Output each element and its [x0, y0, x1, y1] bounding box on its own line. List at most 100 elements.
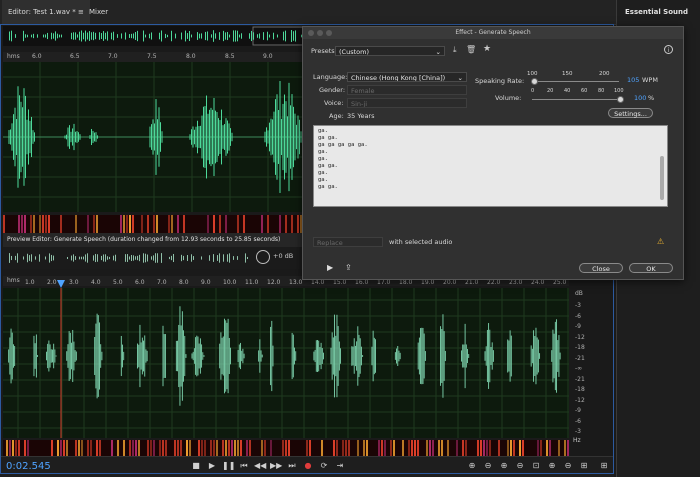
skip-selection-icon[interactable]: ⇥: [334, 460, 346, 472]
speaking-rate-slider[interactable]: [531, 78, 538, 85]
zoom-out-amplitude-icon[interactable]: ⊖: [482, 460, 494, 472]
language-value: Chinese (Hong Kong [China]): [351, 74, 446, 82]
db-tick: -∞: [575, 365, 583, 372]
ruler-tick: 7.0: [157, 279, 167, 286]
volume-unit: %: [648, 94, 655, 102]
ruler-unit: hms: [7, 53, 20, 60]
language-dropdown[interactable]: Chinese (Hong Kong [China]) ⌄: [347, 72, 467, 82]
volume-tick: 80: [598, 88, 605, 94]
ruler-tick: 17.0: [377, 279, 391, 286]
tab-mixer[interactable]: Mixer: [89, 0, 108, 24]
ruler-tick: 10.0: [223, 279, 237, 286]
text-line: ga.: [318, 156, 328, 162]
delete-preset-icon[interactable]: 🗑: [466, 45, 476, 54]
generate-speech-dialog: Effect - Generate Speech Presets: (Custo…: [302, 26, 684, 280]
ruler-tick: 1.0: [25, 279, 35, 286]
preview-overview-svg: [9, 253, 248, 263]
presets-value: (Custom): [339, 48, 369, 56]
window-maximize-icon[interactable]: [326, 30, 332, 36]
ruler-tick: 11.0: [245, 279, 259, 286]
speaking-rate-value[interactable]: 105: [627, 76, 639, 84]
db-tick: -6: [575, 312, 581, 320]
zoom-in-point-icon[interactable]: ⊕: [546, 460, 558, 472]
tab-editor-label: Editor: Test 1.wav *: [8, 8, 76, 16]
menu-icon[interactable]: ≡: [78, 8, 84, 16]
ruler-tick: 23.0: [509, 279, 523, 286]
record-icon[interactable]: ●: [302, 460, 314, 472]
ruler-tick: 7.0: [108, 53, 118, 60]
ruler-tick: 15.0: [333, 279, 347, 286]
ruler-unit: hms: [7, 277, 20, 284]
stop-icon[interactable]: ■: [190, 460, 202, 472]
volume-track[interactable]: [532, 99, 620, 100]
volume-tick: 100: [614, 88, 624, 94]
window-minimize-icon[interactable]: [317, 30, 323, 36]
settings-button[interactable]: Settings...: [608, 108, 653, 118]
zoom-in-time-icon[interactable]: ⊕: [498, 460, 510, 472]
db-tick: -18: [575, 344, 585, 351]
presets-dropdown[interactable]: (Custom) ⌄: [335, 46, 445, 56]
ruler-tick: 6.0: [135, 279, 145, 286]
db-tick: -12: [575, 333, 585, 341]
rewind-icon[interactable]: ◀◀: [254, 460, 266, 472]
play-icon[interactable]: ▶: [206, 460, 218, 472]
text-line: ga.: [318, 128, 328, 134]
waveform-bottom[interactable]: [3, 288, 569, 438]
speaking-rate-label: Speaking Rate:: [475, 77, 525, 85]
gender-dropdown[interactable]: Female: [347, 85, 467, 95]
zoom-selection-icon[interactable]: ⊞: [578, 460, 590, 472]
rate-tick: 150: [562, 71, 573, 77]
zoom-selection-channels-icon[interactable]: ⊞: [598, 460, 610, 472]
essential-sound-title: Essential Sound: [625, 8, 688, 16]
pause-icon[interactable]: ❚❚: [222, 460, 235, 472]
zoom-in-amplitude-icon[interactable]: ⊕: [466, 460, 478, 472]
with-selected-label: with selected audio: [389, 238, 453, 246]
preview-play-icon[interactable]: ▶: [327, 263, 333, 272]
volume-value[interactable]: 100: [634, 94, 646, 102]
speech-text-input[interactable]: ga. ga ga. ga ga ga ga ga. ga. ga. ga ga…: [313, 125, 668, 207]
ruler-tick: 18.0: [399, 279, 413, 286]
skip-forward-icon[interactable]: ⏭: [286, 460, 298, 472]
text-line: ga ga.: [318, 163, 338, 169]
zoom-out-full-icon[interactable]: ⊡: [530, 460, 542, 472]
info-icon[interactable]: i: [664, 45, 673, 54]
volume-slider[interactable]: [617, 96, 624, 103]
preview-overview[interactable]: +0 dB: [3, 247, 303, 269]
voice-dropdown[interactable]: Sin-ji: [347, 98, 467, 108]
window-close-icon[interactable]: [308, 30, 314, 36]
save-preset-icon[interactable]: ⤓: [453, 45, 457, 55]
export-icon[interactable]: ⇪: [345, 263, 352, 272]
text-scrollbar[interactable]: [660, 156, 664, 200]
zoom-out-point-icon[interactable]: ⊖: [562, 460, 574, 472]
voice-label: Voice:: [324, 99, 344, 107]
speaking-rate-track[interactable]: [531, 81, 619, 82]
replace-value: Replace: [317, 239, 343, 247]
rate-tick: 200: [599, 71, 610, 77]
ruler-tick: 5.0: [113, 279, 123, 286]
ruler-tick: 7.5: [147, 53, 157, 60]
replace-dropdown[interactable]: Replace: [313, 237, 383, 247]
db-tick: -6: [575, 417, 581, 425]
ruler-tick: 6.0: [32, 53, 42, 60]
ruler-tick: 9.0: [201, 279, 211, 286]
tab-editor[interactable]: Editor: Test 1.wav * ≡: [2, 0, 90, 24]
loop-icon[interactable]: ⟳: [318, 460, 330, 472]
favorite-star-icon[interactable]: ★: [483, 44, 491, 54]
ruler-tick: 20.0: [443, 279, 457, 286]
db-tick: -3: [575, 302, 581, 309]
presets-label: Presets:: [311, 47, 337, 55]
gain-value[interactable]: +0 dB: [273, 252, 293, 260]
ruler-tick: 24.0: [531, 279, 545, 286]
ok-button[interactable]: OK: [629, 263, 673, 273]
close-button[interactable]: Close: [579, 263, 623, 273]
rate-tick: 100: [527, 71, 538, 77]
zoom-out-time-icon[interactable]: ⊖: [514, 460, 526, 472]
ruler-tick: 25.0: [553, 279, 567, 286]
ruler-tick: 13.0: [289, 279, 303, 286]
skip-back-icon[interactable]: ⏮: [238, 460, 250, 472]
fast-forward-icon[interactable]: ▶▶: [270, 460, 282, 472]
spectral-view-bottom[interactable]: [3, 440, 569, 456]
ruler-tick: 2.0: [47, 279, 57, 286]
language-label: Language:: [313, 73, 348, 81]
gain-knob-icon[interactable]: [256, 250, 270, 264]
